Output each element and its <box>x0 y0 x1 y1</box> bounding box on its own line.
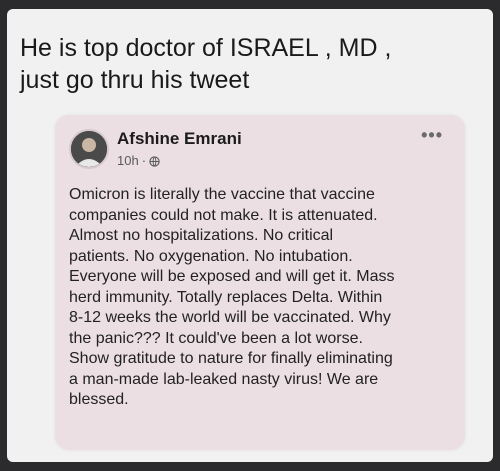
screenshot-frame: He is top doctor of ISRAEL , MD , just g… <box>7 9 493 462</box>
post-meta: 10h · <box>117 153 160 168</box>
author-name[interactable]: Afshine Emrani <box>117 129 242 149</box>
globe-icon <box>149 155 160 167</box>
avatar-image <box>71 131 107 167</box>
meta-separator: · <box>141 153 147 168</box>
caption-text: He is top doctor of ISRAEL , MD , just g… <box>20 34 392 94</box>
post-card[interactable]: Afshine Emrani 10h · ••• Omicron is lite… <box>55 115 465 450</box>
more-options-icon[interactable]: ••• <box>421 125 443 146</box>
avatar[interactable] <box>69 129 109 169</box>
post-time[interactable]: 10h <box>117 153 139 168</box>
post-text: Omicron is literally the vaccine that va… <box>69 186 395 408</box>
